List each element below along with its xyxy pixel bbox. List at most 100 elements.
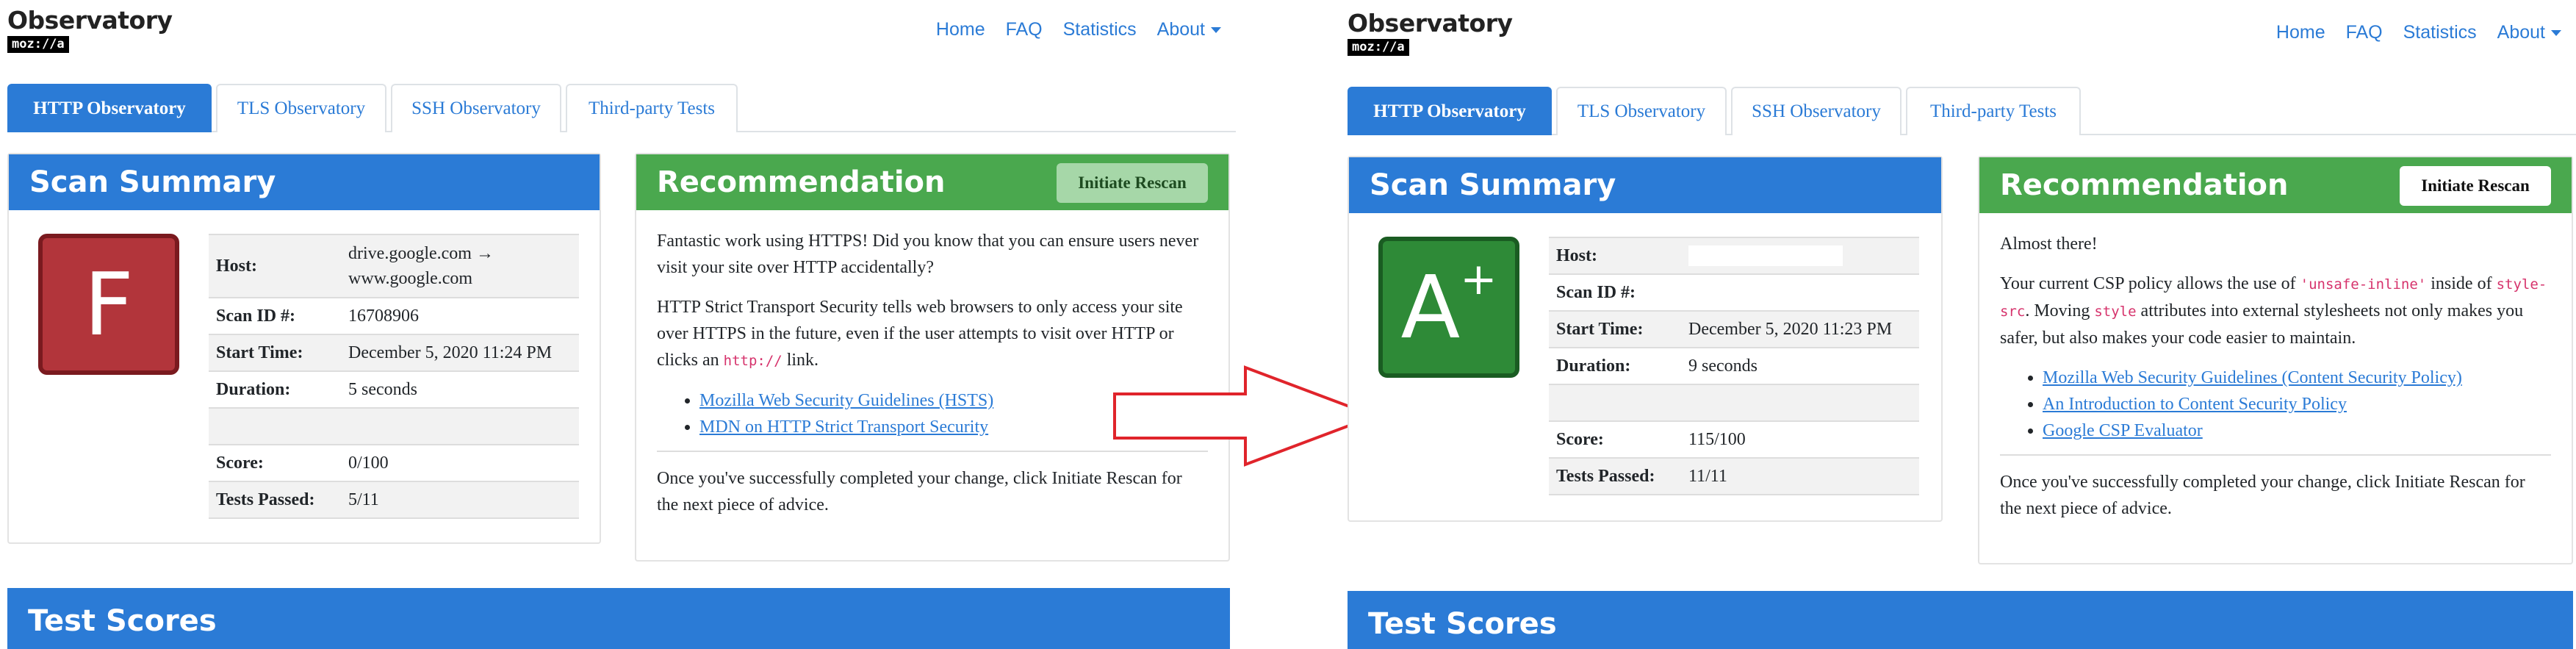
table-row: Tests Passed: 11/11: [1549, 457, 1919, 495]
tests-passed-label: Tests Passed:: [209, 481, 341, 519]
host-value: [1681, 237, 1919, 274]
link-csp-intro[interactable]: An Introduction to Content Security Poli…: [2043, 395, 2347, 414]
table-row: [209, 407, 579, 445]
tests-passed-label: Tests Passed:: [1549, 457, 1681, 495]
table-row: Host: drive.google.com → www.google.com: [209, 234, 579, 298]
scan-id-label: Scan ID #:: [1549, 273, 1681, 311]
table-row: Score: 115/100: [1549, 420, 1919, 458]
list-item: Google CSP Evaluator: [2043, 417, 2551, 444]
nav-faq[interactable]: FAQ: [1006, 19, 1043, 40]
nav-statistics[interactable]: Statistics: [2403, 22, 2477, 43]
nav-about[interactable]: About: [2497, 22, 2561, 43]
caret-down-icon: [1211, 27, 1221, 34]
empty-cell: [341, 407, 579, 445]
nav-home[interactable]: Home: [2276, 22, 2325, 43]
table-row: Host:: [1549, 237, 1919, 274]
duration-value: 5 seconds: [341, 370, 579, 408]
code-style: style: [2094, 304, 2137, 320]
grade-plus: +: [1460, 254, 1497, 305]
observatory-tabs: HTTP Observatory TLS Observatory SSH Obs…: [1348, 87, 2576, 135]
tab-third-party[interactable]: Third-party Tests: [1906, 87, 2081, 135]
scan-id-value: [1681, 273, 1919, 311]
link-mdn-hsts[interactable]: MDN on HTTP Strict Transport Security: [699, 417, 988, 437]
score-label: Score:: [1549, 420, 1681, 458]
duration-label: Duration:: [209, 370, 341, 408]
arrow-right-icon: [1113, 365, 1378, 467]
tab-tls[interactable]: TLS Observatory: [216, 84, 386, 132]
start-time-value: December 5, 2020 11:23 PM: [1681, 310, 1919, 348]
tab-http[interactable]: HTTP Observatory: [1348, 87, 1552, 135]
tab-tls[interactable]: TLS Observatory: [1556, 87, 1727, 135]
score-value: 0/100: [341, 444, 579, 481]
nav-statistics[interactable]: Statistics: [1063, 19, 1137, 40]
tab-http[interactable]: HTTP Observatory: [7, 84, 212, 132]
top-nav: Home FAQ Statistics About: [2276, 22, 2561, 43]
test-scores-card: Test Scores: [7, 588, 1230, 649]
list-item: Mozilla Web Security Guidelines (Content…: [2043, 365, 2551, 391]
initiate-rescan-button[interactable]: Initiate Rescan: [2400, 166, 2551, 206]
code-unsafe-inline: 'unsafe-inline': [2300, 276, 2427, 293]
brand[interactable]: Observatory moz://a: [7, 6, 173, 53]
recommendation-detail: Your current CSP policy allows the use o…: [2000, 270, 2551, 351]
grade-badge: F: [38, 234, 179, 375]
text: . Moving: [2025, 301, 2095, 320]
test-scores-title: Test Scores: [1348, 591, 2573, 649]
link-list: Mozilla Web Security Guidelines (Content…: [2043, 365, 2551, 444]
start-time-value: December 5, 2020 11:24 PM: [341, 334, 579, 371]
empty-cell: [1681, 384, 1919, 421]
scan-summary-card: Scan Summary F Host: drive.google.com → …: [7, 153, 601, 544]
rescan-instructions: Once you've successfully completed your …: [657, 469, 1182, 514]
tab-ssh[interactable]: SSH Observatory: [391, 84, 561, 132]
table-row: Score: 0/100: [209, 444, 579, 481]
test-scores-title: Test Scores: [7, 588, 1230, 649]
table-row: Duration: 5 seconds: [209, 370, 579, 408]
text: link.: [782, 351, 819, 370]
scan-summary-title: Scan Summary: [1349, 157, 1941, 213]
table-row: Scan ID #: 16708906: [209, 297, 579, 334]
test-scores-card: Test Scores: [1348, 591, 2573, 649]
recommendation-card: Recommendation Initiate Rescan Fantastic…: [635, 153, 1230, 562]
nav-about-label: About: [2497, 22, 2545, 43]
table-row: Tests Passed: 5/11: [209, 481, 579, 519]
nav-home[interactable]: Home: [936, 19, 985, 40]
mozilla-logo: moz://a: [1348, 39, 1409, 56]
divider: [2000, 454, 2551, 456]
brand-title: Observatory: [1348, 9, 1513, 37]
tab-third-party[interactable]: Third-party Tests: [566, 84, 738, 132]
host-label: Host:: [1549, 237, 1681, 274]
tab-ssh[interactable]: SSH Observatory: [1731, 87, 1902, 135]
link-csp-guidelines[interactable]: Mozilla Web Security Guidelines (Content…: [2043, 368, 2462, 387]
code-http: http://: [723, 353, 782, 369]
scan-id-label: Scan ID #:: [209, 297, 341, 334]
grade-badge: A +: [1378, 237, 1519, 378]
observatory-tabs: HTTP Observatory TLS Observatory SSH Obs…: [7, 84, 1236, 132]
table-row: Start Time: December 5, 2020 11:24 PM: [209, 334, 579, 371]
table-row: Start Time: December 5, 2020 11:23 PM: [1549, 310, 1919, 348]
score-value: 115/100: [1681, 420, 1919, 458]
table-row: [1549, 384, 1919, 421]
brand-title: Observatory: [7, 6, 173, 35]
table-row: Scan ID #:: [1549, 273, 1919, 311]
nav-about[interactable]: About: [1157, 19, 1221, 40]
grade-letter: F: [84, 254, 134, 355]
link-hsts-guidelines[interactable]: Mozilla Web Security Guidelines (HSTS): [699, 391, 993, 410]
nav-faq[interactable]: FAQ: [2346, 22, 2383, 43]
score-label: Score:: [209, 444, 341, 481]
summary-table: Host: drive.google.com → www.google.com …: [209, 234, 579, 519]
after-panel: Observatory moz://a Home FAQ Statistics …: [1340, 0, 2576, 649]
host-value-line2: www.google.com: [348, 269, 473, 288]
host-label: Host:: [209, 234, 341, 298]
link-csp-evaluator[interactable]: Google CSP Evaluator: [2043, 421, 2203, 440]
scan-summary-card: Scan Summary A + Host: Scan ID #: Start T…: [1348, 156, 1943, 522]
tests-passed-value: 5/11: [341, 481, 579, 519]
nav-about-label: About: [1156, 19, 1205, 40]
scan-summary-title: Scan Summary: [9, 154, 600, 210]
initiate-rescan-button[interactable]: Initiate Rescan: [1057, 163, 1208, 203]
table-row: Duration: 9 seconds: [1549, 347, 1919, 384]
top-nav: Home FAQ Statistics About: [936, 19, 1221, 40]
empty-cell: [1549, 384, 1681, 421]
brand[interactable]: Observatory moz://a: [1348, 9, 1513, 56]
scan-id-value: 16708906: [341, 297, 579, 334]
start-time-label: Start Time:: [209, 334, 341, 371]
host-value-line1: drive.google.com →: [348, 244, 494, 263]
